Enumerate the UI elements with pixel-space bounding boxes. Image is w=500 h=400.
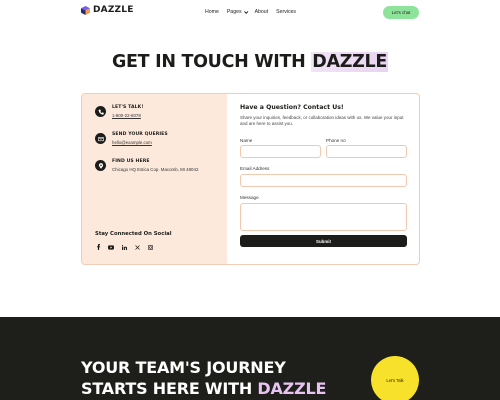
cta-band-title: YOUR TEAM'S JOURNEY STARTS HERE WITH DAZ… xyxy=(81,357,326,399)
x-twitter-icon[interactable] xyxy=(134,244,140,250)
brand-name: DAZZLE xyxy=(93,5,134,15)
submit-button[interactable]: Submit xyxy=(240,235,407,247)
main-menu: Home Pages About Services xyxy=(205,9,296,15)
contact-email-link[interactable]: hello@example.com xyxy=(112,140,168,145)
contact-form: Have a Question? Contact Us! Share your … xyxy=(240,104,408,247)
nav-item-pages[interactable]: Pages xyxy=(226,9,248,15)
message-textarea[interactable] xyxy=(240,203,407,231)
contact-address-heading: FIND US HERE xyxy=(112,159,150,164)
cta-band-highlight: DAZZLE xyxy=(257,379,327,398)
phone-input[interactable] xyxy=(326,145,407,158)
facebook-icon[interactable] xyxy=(95,244,101,250)
contact-phone-link[interactable]: 1-800-22-6078 xyxy=(112,113,144,118)
email-label: Email Address xyxy=(240,166,270,171)
cta-band-line1: YOUR TEAM'S JOURNEY xyxy=(81,358,286,377)
contact-phone-heading: LET'S TALK! xyxy=(112,105,144,110)
contact-address: FIND US HERE Chicago HQ Estica Cop. Maco… xyxy=(95,159,198,172)
lets-talk-button[interactable]: Let's Talk xyxy=(371,356,419,400)
youtube-icon[interactable] xyxy=(108,244,114,250)
phone-label: Phone no xyxy=(326,138,346,143)
logo-cube-icon xyxy=(81,5,90,15)
location-pin-icon xyxy=(95,160,106,171)
phone-icon xyxy=(95,106,106,117)
brand-logo[interactable]: DAZZLE xyxy=(81,5,134,15)
nav-item-about[interactable]: About xyxy=(255,9,269,15)
mail-icon xyxy=(95,133,106,144)
chevron-down-icon xyxy=(243,9,248,14)
contact-email: SEND YOUR QUERIES hello@example.com xyxy=(95,132,168,145)
page-title-prefix: GET IN TOUCH WITH xyxy=(111,52,312,72)
contact-card: LET'S TALK! 1-800-22-6078 SEND YOUR QUER… xyxy=(81,93,420,265)
contact-phone: LET'S TALK! 1-800-22-6078 xyxy=(95,105,144,118)
contact-email-heading: SEND YOUR QUERIES xyxy=(112,132,168,137)
email-input[interactable] xyxy=(240,174,407,187)
page-title-highlight: DAZZLE xyxy=(311,52,389,72)
name-label: Name xyxy=(240,138,253,143)
form-description: Share your inquiries, feedback, or colla… xyxy=(240,115,404,126)
nav-item-services[interactable]: Services xyxy=(276,9,296,15)
top-navbar: DAZZLE Home Pages About Services Let's c… xyxy=(0,0,500,26)
linkedin-icon[interactable] xyxy=(121,244,127,250)
social-links xyxy=(95,244,153,250)
nav-item-pages-label: Pages xyxy=(226,9,242,15)
message-label: Message xyxy=(240,195,259,200)
name-input[interactable] xyxy=(240,145,321,158)
cta-band-line2-prefix: STARTS HERE WITH xyxy=(81,379,258,398)
social-heading: Stay Connected On Social xyxy=(95,231,172,237)
contact-address-text: Chicago HQ Estica Cop. Macomb, MI 48042 xyxy=(112,167,199,172)
form-title: Have a Question? Contact Us! xyxy=(240,104,344,111)
lets-chat-button[interactable]: Let's chat xyxy=(383,6,419,19)
contact-info-panel: LET'S TALK! 1-800-22-6078 SEND YOUR QUER… xyxy=(82,94,227,264)
cta-band-line2: STARTS HERE WITH DAZZLE xyxy=(81,378,326,399)
page-title: GET IN TOUCH WITH DAZZLE xyxy=(0,52,500,72)
nav-item-home[interactable]: Home xyxy=(205,9,219,15)
instagram-icon[interactable] xyxy=(147,244,153,250)
